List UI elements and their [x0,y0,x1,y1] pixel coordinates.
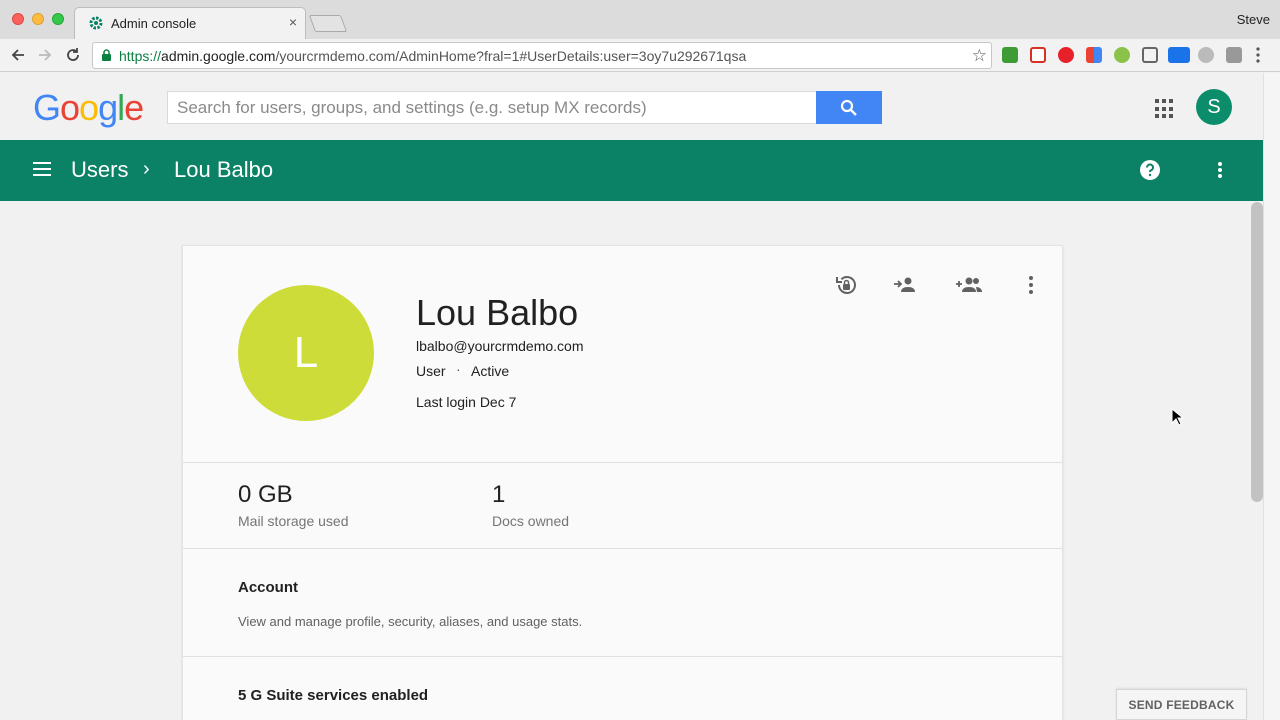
person-arrow-icon [894,277,915,292]
section-account-title[interactable]: Account [238,579,298,596]
menu-hamburger-icon[interactable] [33,162,51,176]
user-role: User [416,363,446,379]
search-icon [840,99,857,116]
help-icon[interactable] [1139,159,1161,181]
search-button[interactable] [816,91,882,124]
browser-toolbar: https://admin.google.com/yourcrmdemo.com… [0,39,1280,72]
browser-tab-admin-console[interactable]: Admin console × [74,7,306,39]
bookmark-star-icon[interactable]: ☆ [972,46,987,66]
last-login: Last login Dec 7 [416,394,517,410]
scrollbar-thumb[interactable] [1251,202,1263,502]
extension-google-icon[interactable] [1086,47,1102,63]
extension-gmail-icon[interactable] [1030,47,1046,63]
extension-screenshot-icon[interactable] [1142,47,1158,63]
back-arrow-icon[interactable] [7,44,29,66]
google-logo[interactable]: Google [33,87,144,129]
user-details-card: L Lou Balbo lbalbo@yourcrmdemo.com User … [182,245,1063,720]
search-input[interactable] [168,92,817,123]
stat-mail-storage-label: Mail storage used [238,513,349,529]
stat-docs-owned-value: 1 [492,481,506,508]
divider [183,656,1062,657]
new-tab-button[interactable] [308,15,348,32]
app-bar: Users › Lou Balbo [0,140,1263,201]
lock-icon [102,49,111,61]
section-account-desc: View and manage profile, security, alias… [238,614,583,629]
group-add-icon [956,277,982,292]
more-vert-icon[interactable] [1210,160,1230,180]
user-avatar: L [238,285,374,421]
card-more-button[interactable] [1018,273,1044,297]
stat-docs-owned-label: Docs owned [492,513,570,529]
window-minimize-button[interactable] [32,13,44,25]
lock-reset-icon [836,276,856,294]
apps-grid-icon[interactable] [1155,99,1175,119]
rename-user-button[interactable] [892,273,918,297]
send-feedback-button[interactable]: SEND FEEDBACK [1116,689,1247,720]
tab-close-icon[interactable]: × [289,14,297,30]
divider [183,462,1062,463]
separator-dot: · [456,361,461,377]
section-services-title[interactable]: 5 G Suite services enabled [238,687,428,704]
breadcrumb-chevron-icon: › [143,158,150,180]
tab-title: Admin console [111,16,197,31]
user-name: Lou Balbo [416,292,579,333]
admin-gear-icon [89,16,103,30]
breadcrumb-current: Lou Balbo [174,157,274,182]
scrollbar-track[interactable] [1263,73,1280,720]
more-vert-icon [1029,276,1033,294]
window-close-button[interactable] [12,13,24,25]
user-status: Active [471,363,510,379]
extension-new-icon[interactable] [1168,47,1190,63]
google-header: Google S [0,73,1263,140]
extension-evernote-icon[interactable] [1002,47,1018,63]
search-box[interactable] [167,91,817,124]
stat-mail-storage-value: 0 GB [238,481,293,508]
extension-settings-icon[interactable] [1114,47,1130,63]
reload-icon[interactable] [62,44,84,66]
browser-profile-name[interactable]: Steve [1237,12,1270,27]
browser-menu-icon[interactable] [1256,47,1266,63]
breadcrumb-users[interactable]: Users [71,157,128,183]
browser-tab-bar: Admin console × Steve [0,0,1280,39]
forward-arrow-icon[interactable] [34,44,56,66]
account-avatar[interactable]: S [1196,89,1232,125]
window-zoom-button[interactable] [52,13,64,25]
user-email: lbalbo@yourcrmdemo.com [416,338,584,354]
mouse-cursor-icon [1171,408,1183,426]
extension-devtools-icon[interactable] [1226,47,1242,63]
divider [183,548,1062,549]
reset-password-button[interactable] [833,273,859,297]
url-text: https://admin.google.com/yourcrmdemo.com… [119,48,747,64]
extension-disabled-icon[interactable] [1198,47,1214,63]
extension-opera-icon[interactable] [1058,47,1074,63]
address-bar[interactable]: https://admin.google.com/yourcrmdemo.com… [92,42,992,69]
add-to-group-button[interactable] [954,273,984,297]
